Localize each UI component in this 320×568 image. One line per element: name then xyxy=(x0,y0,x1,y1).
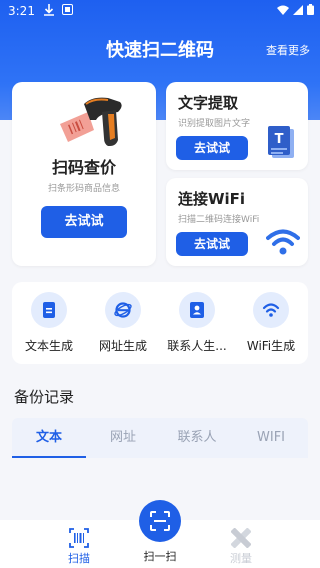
notification-icon xyxy=(62,4,73,15)
text-extract-try-button[interactable]: 去试试 xyxy=(176,136,248,160)
active-tab-indicator xyxy=(12,456,86,458)
text-extract-card[interactable]: 文字提取 识别提取图片文字 去试试 T xyxy=(166,82,308,170)
scan-price-title: 扫码查价 xyxy=(51,158,116,177)
wifi-status-icon xyxy=(277,5,289,15)
battery-icon xyxy=(307,4,314,15)
connect-wifi-try-button[interactable]: 去试试 xyxy=(176,232,248,256)
scan-price-subtitle: 扫条形码商品信息 xyxy=(47,184,120,194)
scan-price-try-button[interactable]: 去试试 xyxy=(41,206,127,238)
barcode-scanner-icon xyxy=(60,97,122,146)
tab-wifi[interactable]: WIFI xyxy=(234,418,308,458)
browser-icon xyxy=(114,302,132,318)
text-extract-subtitle: 识别提取图片文字 xyxy=(178,119,251,129)
wifi-icon xyxy=(262,303,280,317)
text-document-icon: T xyxy=(268,126,294,158)
scan-center-label: 扫一扫 xyxy=(143,550,177,563)
download-icon xyxy=(44,4,54,16)
barcode-icon xyxy=(69,528,89,548)
shortcut-contact-generate[interactable]: 联系人生... xyxy=(160,282,234,364)
shortcut-label: 联系人生... xyxy=(167,339,227,353)
text-badge-letter: T xyxy=(275,132,284,147)
signal-icon xyxy=(293,4,303,15)
backup-tabs: 文本 网址 联系人 WIFI xyxy=(12,418,308,458)
shortcut-label: 文本生成 xyxy=(24,339,73,353)
shortcut-text-generate[interactable]: 文本生成 xyxy=(12,282,86,364)
scan-frame-icon xyxy=(150,511,170,531)
text-extract-title: 文字提取 xyxy=(178,94,239,112)
tab-contact[interactable]: 联系人 xyxy=(160,418,234,458)
shortcut-label: WiFi生成 xyxy=(246,339,296,353)
connect-wifi-subtitle: 扫描二维码连接WiFi xyxy=(178,215,260,225)
connect-wifi-title: 连接WiFi xyxy=(178,190,246,208)
tab-text[interactable]: 文本 xyxy=(12,418,86,458)
backup-section-title: 备份记录 xyxy=(14,388,75,406)
wifi-icon xyxy=(266,229,300,255)
document-icon xyxy=(43,302,55,318)
shortcut-label: 网址生成 xyxy=(98,339,147,353)
scan-center-button[interactable] xyxy=(139,500,181,542)
view-more-link[interactable]: 查看更多 xyxy=(266,42,310,58)
status-bar: 3:21 xyxy=(0,0,320,22)
status-time: 3:21 xyxy=(8,4,35,18)
shortcut-wifi-generate[interactable]: WiFi生成 xyxy=(234,282,308,364)
scan-price-card[interactable]: 扫码查价 扫条形码商品信息 去试试 xyxy=(12,82,156,266)
generator-shortcuts: 文本生成 网址生成 联系人生... WiFi生成 xyxy=(12,282,308,364)
connect-wifi-card[interactable]: 连接WiFi 扫描二维码连接WiFi 去试试 xyxy=(166,178,308,266)
contact-icon xyxy=(190,302,204,318)
tab-url[interactable]: 网址 xyxy=(86,418,160,458)
shortcut-url-generate[interactable]: 网址生成 xyxy=(86,282,160,364)
ruler-cross-icon xyxy=(231,528,251,548)
